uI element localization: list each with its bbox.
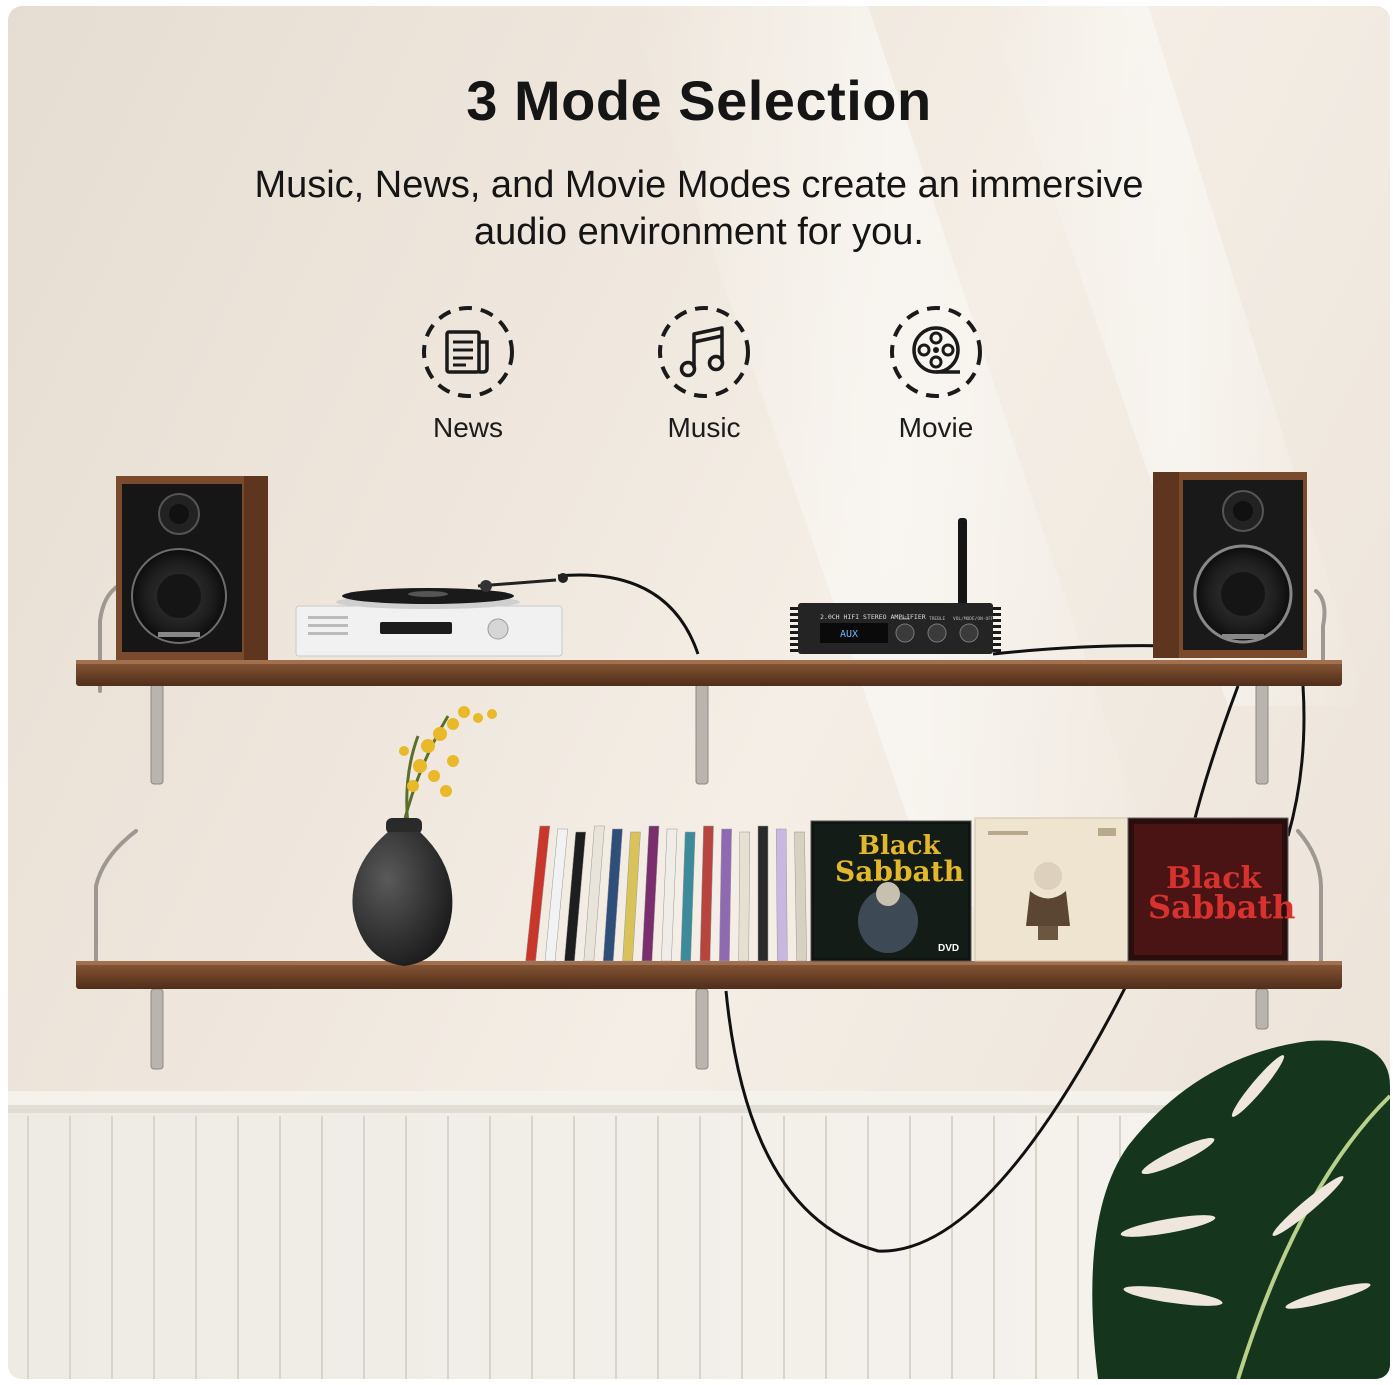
amplifier-fin	[993, 643, 1001, 646]
subtitle-line-1: Music, News, and Movie Modes create an i…	[254, 164, 1144, 206]
cd-spine	[525, 825, 551, 962]
amplifier-fin	[790, 631, 798, 634]
flower-vase	[352, 706, 497, 966]
dvd-badge: DVD	[938, 943, 959, 954]
cd-spine	[794, 831, 807, 962]
amplifier-fin	[790, 613, 798, 616]
bass-knob-label: BASS	[899, 616, 910, 622]
cd-spine	[564, 831, 587, 962]
cd-spine	[699, 825, 714, 962]
amplifier-fin	[790, 649, 798, 652]
amplifier-fin	[993, 625, 1001, 628]
album-cover-2	[974, 817, 1129, 962]
amplifier-fin	[993, 631, 1001, 634]
treble-knob-label: TREBLE	[929, 616, 946, 622]
amplifier-label: 2.0CH HIFI STEREO AMPLIFIER	[820, 613, 926, 621]
cd-spines	[525, 825, 827, 962]
mode-movie-label: Movie	[898, 412, 974, 443]
album-3-title-line2: Sabbath	[1148, 888, 1295, 926]
upper-shelf	[76, 660, 1342, 686]
turntable	[295, 573, 568, 657]
cd-spine	[661, 828, 678, 962]
right-speaker	[1153, 472, 1307, 658]
amplifier-fin	[993, 613, 1001, 616]
amplifier-fin	[790, 637, 798, 640]
subtitle-line-2: audio environment for you.	[474, 211, 924, 253]
product-banner: 2.0CH HIFI STEREO AMPLIFIER AUX BASS TRE…	[8, 6, 1390, 1379]
mode-movie: Movie	[846, 304, 1026, 444]
amplifier-fin	[993, 649, 1001, 652]
cd-spine	[622, 831, 641, 962]
cd-spine	[680, 831, 696, 962]
amplifier-fin	[790, 619, 798, 622]
amplifier-fin	[790, 625, 798, 628]
amplifier-fin	[993, 607, 1001, 610]
cd-spine	[719, 828, 732, 962]
page-title: 3 Mode Selection	[466, 69, 932, 132]
cd-spine	[775, 828, 788, 962]
mode-news-label: News	[432, 412, 503, 443]
album-cover-black-sabbath-1: Black Sabbath DVD	[810, 820, 972, 962]
volume-knob-label: VOL/MODE/ON-OFF	[953, 616, 994, 622]
mode-music: Music	[614, 304, 794, 444]
cd-spine	[757, 825, 769, 962]
cd-spine	[738, 831, 751, 962]
mode-music-label: Music	[667, 412, 741, 443]
lower-shelf	[76, 961, 1342, 989]
mode-news: News	[378, 304, 558, 444]
amplifier-fin	[993, 619, 1001, 622]
music-note-icon	[658, 306, 750, 398]
cd-spine	[544, 828, 569, 962]
amplifier-display: AUX	[840, 629, 858, 640]
cd-spine	[602, 828, 623, 962]
cd-spine	[641, 825, 660, 962]
film-reel-icon	[890, 306, 982, 398]
newspaper-icon	[422, 306, 514, 398]
amplifier-fin	[790, 607, 798, 610]
left-speaker	[116, 476, 268, 660]
album-cover-black-sabbath-2: Black Sabbath	[1127, 817, 1295, 962]
album-1-title-line2: Sabbath	[835, 855, 964, 888]
amplifier-fin	[790, 643, 798, 646]
amplifier-fin	[993, 637, 1001, 640]
cd-spine	[583, 825, 605, 962]
